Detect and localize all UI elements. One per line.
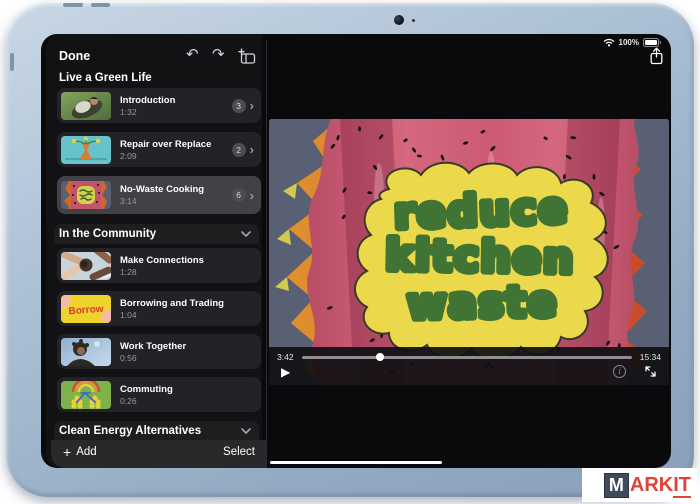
video-artwork: reduce kitchen waste: [269, 119, 669, 385]
lesson-duration: 0:56: [120, 353, 261, 363]
total-time: 15:34: [640, 352, 661, 362]
watermark-text: ARKIT: [630, 474, 691, 497]
front-camera: [394, 15, 404, 25]
lesson-title: No-Waste Cooking: [120, 184, 232, 195]
battery-percent: 100%: [619, 38, 639, 47]
home-indicator[interactable]: [270, 461, 442, 464]
share-icon[interactable]: [649, 47, 664, 65]
done-button[interactable]: Done: [59, 49, 90, 63]
chevron-down-icon: [241, 231, 251, 237]
panel-divider: [266, 40, 267, 462]
lesson-card-commuting[interactable]: Commuting 0:26: [57, 377, 261, 412]
video-title-line-1: reduce: [393, 183, 569, 238]
elapsed-time: 3:42: [277, 352, 294, 362]
scrubber-handle[interactable]: [376, 353, 384, 361]
undo-icon[interactable]: ↶: [186, 46, 199, 64]
section-header-in-the-community[interactable]: In the Community: [54, 224, 259, 244]
ipad-device-frame: 9:41 AM Tue Oct 18 100% Done ↶: [6, 3, 694, 497]
markit-watermark: M ARKIT: [582, 468, 697, 502]
fullscreen-expand-icon[interactable]: [644, 365, 657, 378]
section-header-clean-energy-alternatives[interactable]: Clean Energy Alternatives: [54, 421, 259, 441]
make-connections-thumbnail: [61, 252, 111, 280]
side-button[interactable]: [10, 53, 14, 71]
ipad-screen: 9:41 AM Tue Oct 18 100% Done ↶: [41, 34, 671, 468]
lesson-duration: 1:04: [120, 310, 261, 320]
redo-icon[interactable]: ↷: [212, 46, 225, 64]
lesson-duration: 2:09: [120, 151, 232, 161]
lesson-title: Make Connections: [120, 255, 261, 266]
info-icon[interactable]: i: [613, 365, 626, 378]
battery-icon: [643, 38, 662, 47]
chevron-right-icon: ›: [250, 99, 254, 112]
clip-count-badge: 2: [232, 143, 246, 157]
clip-count-badge: 6: [232, 188, 246, 202]
chevron-down-icon: [241, 428, 251, 434]
scrubber-line: [302, 356, 632, 359]
lesson-duration: 0:26: [120, 396, 261, 406]
volume-up-button[interactable]: [63, 3, 83, 7]
camera-sensor-dot: [412, 19, 415, 22]
lesson-card-make-connections[interactable]: Make Connections 1:28: [57, 248, 261, 283]
add-clip-icon[interactable]: [237, 48, 256, 64]
wifi-icon: [603, 38, 615, 47]
lesson-card-introduction[interactable]: Introduction 1:32 3 ›: [57, 88, 261, 123]
volume-down-button[interactable]: [91, 3, 110, 7]
lesson-title: Work Together: [120, 341, 261, 352]
repair-over-replace-thumbnail: [61, 136, 111, 164]
watermark-m-box: M: [604, 473, 629, 498]
lesson-card-repair-over-replace[interactable]: Repair over Replace 2:09 2 ›: [57, 132, 261, 167]
chevron-right-icon: ›: [250, 189, 254, 202]
lesson-duration: 3:14: [120, 196, 232, 206]
screenshot-stage: 9:41 AM Tue Oct 18 100% Done ↶: [0, 0, 700, 504]
section-title: Clean Energy Alternatives: [59, 425, 201, 437]
section-title: In the Community: [59, 228, 156, 240]
select-button[interactable]: Select: [223, 446, 255, 458]
commuting-thumbnail: [61, 381, 111, 409]
sidebar-footer: + Add Select: [51, 440, 267, 468]
no-waste-cooking-thumbnail: [61, 181, 111, 209]
clip-count-badge: 3: [232, 99, 246, 113]
scrubber-track[interactable]: [302, 353, 632, 361]
section-header-live-a-green-life[interactable]: Live a Green Life: [59, 72, 152, 84]
lesson-duration: 1:28: [120, 267, 261, 277]
introduction-thumbnail: [61, 92, 111, 120]
add-button[interactable]: + Add: [63, 445, 97, 459]
lesson-card-borrowing-and-trading[interactable]: Borrow Borrowing and Trading 1:04: [57, 291, 261, 326]
add-label: Add: [76, 446, 96, 458]
lesson-card-no-waste-cooking[interactable]: No-Waste Cooking 3:14 6 ›: [57, 176, 261, 214]
borrowing-and-trading-thumbnail: Borrow: [61, 295, 111, 323]
lesson-title: Borrowing and Trading: [120, 298, 261, 309]
lesson-title: Introduction: [120, 95, 232, 106]
lesson-sidebar: Done ↶ ↷ Live a Green Life: [46, 34, 262, 468]
chevron-right-icon: ›: [250, 143, 254, 156]
status-bar-right: 100%: [603, 38, 662, 47]
video-title-line-2: kitchen: [385, 230, 575, 282]
lesson-card-work-together[interactable]: Work Together 0:56: [57, 334, 261, 369]
lesson-duration: 1:32: [120, 107, 232, 117]
video-player[interactable]: reduce kitchen waste 3:42 15:34: [269, 119, 669, 385]
work-together-thumbnail: [61, 338, 111, 366]
playback-controls: 3:42 15:34 ▶ i: [269, 347, 669, 385]
video-title-line-3: waste: [407, 277, 559, 329]
play-button[interactable]: ▶: [281, 366, 290, 378]
lesson-title: Commuting: [120, 384, 261, 395]
lesson-title: Repair over Replace: [120, 139, 232, 150]
plus-icon: +: [63, 445, 71, 459]
